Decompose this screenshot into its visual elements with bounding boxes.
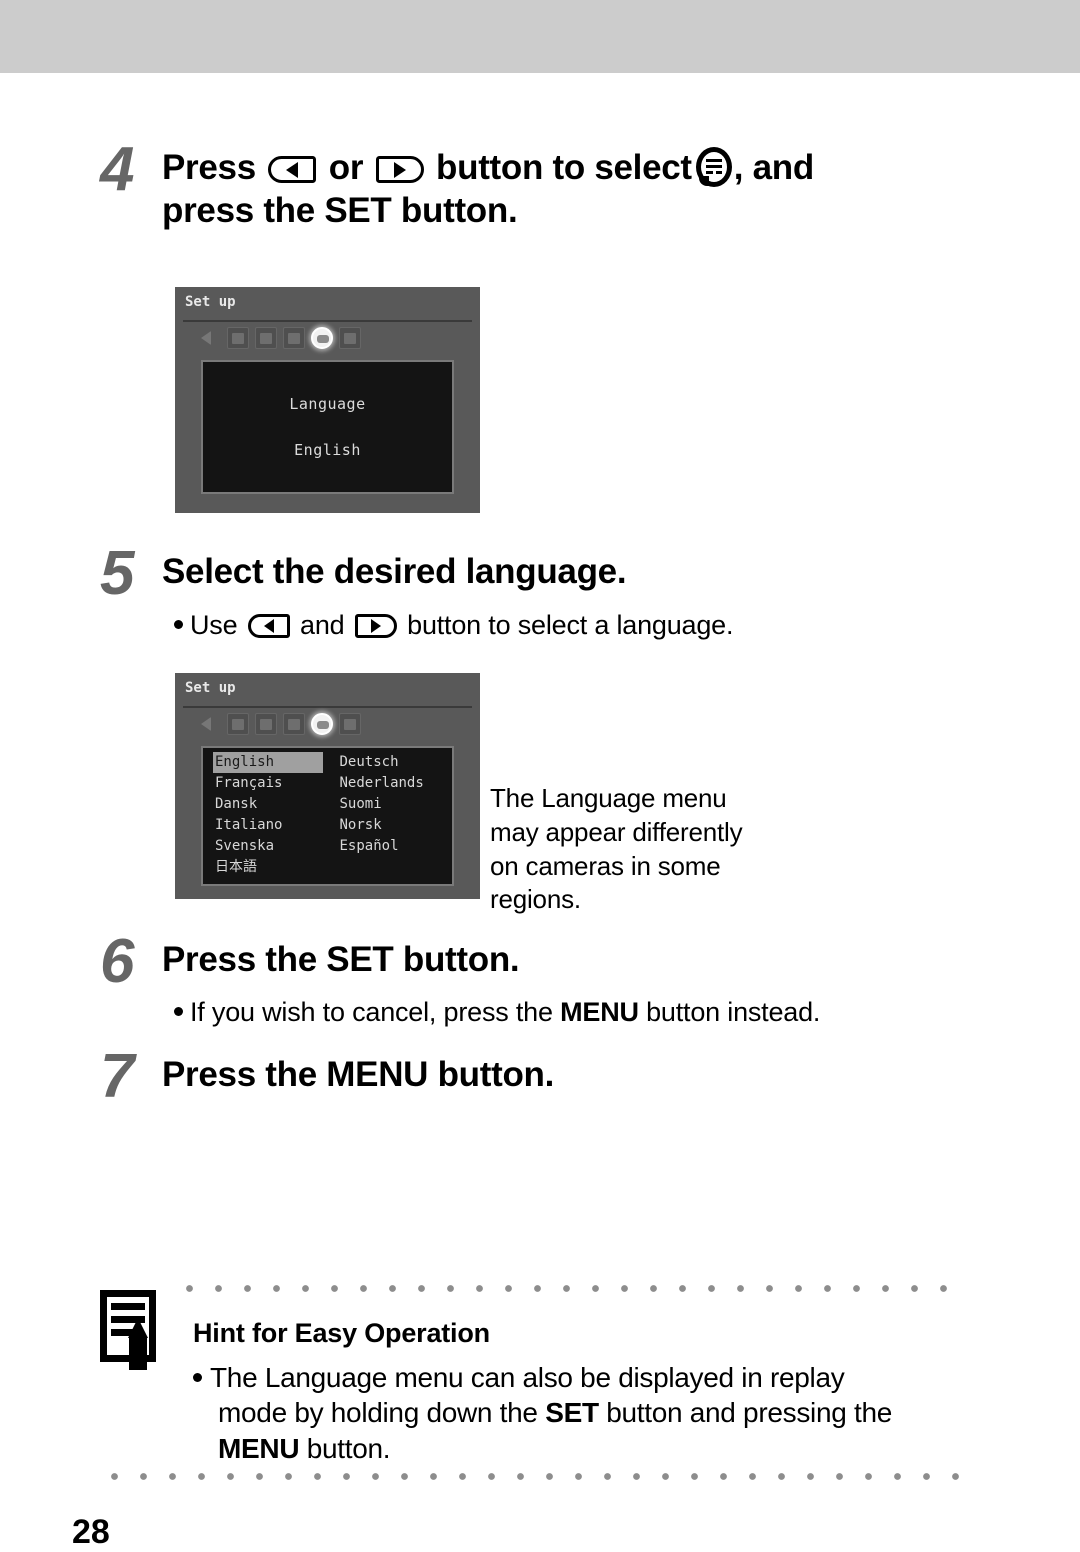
step-5-bullet-and: and	[300, 610, 345, 640]
hint-body-line-1: The Language menu can also be displayed …	[210, 1362, 845, 1393]
language-icon-selected	[311, 327, 333, 349]
step-5-bullet: Use and button to select a language.	[174, 608, 964, 643]
reset-icon	[339, 327, 361, 349]
lcd-one-panel-value: English	[294, 441, 361, 459]
left-arrow-button-icon	[247, 614, 290, 638]
right-arrow-button-icon	[375, 156, 424, 183]
language-option-svenska: Svenska	[215, 838, 275, 854]
step-6-bullet-bold: MENU	[560, 997, 639, 1027]
hint-body-set-bold: SET	[545, 1397, 599, 1429]
bullet-dot-icon	[174, 620, 183, 629]
hint-bottom-dotted-divider	[100, 1472, 960, 1481]
note-pencil-icon	[100, 1290, 162, 1370]
language-option-japanese: 日本語	[215, 859, 257, 875]
settings-icon	[227, 713, 249, 735]
step-4-heading-text-3: , and	[733, 148, 814, 187]
date-icon	[255, 327, 277, 349]
step-6-bullet-text-1: If you wish to cancel, press the	[190, 997, 561, 1027]
lcd-one-divider	[183, 320, 472, 322]
lcd-screenshot-language-list: Set up English Français Dansk Italiano S…	[175, 673, 480, 899]
step-7-number: 7	[100, 1042, 134, 1111]
lcd-two-title: Set up	[185, 680, 236, 696]
lcd-screenshot-setup-language: Set up Language English	[175, 287, 480, 513]
language-option-deutsch: Deutsch	[339, 754, 399, 770]
lcd-one-icon-row	[199, 327, 361, 349]
step-6-bullet-text-2: button instead.	[638, 997, 821, 1027]
side-note-line-3: on cameras in some	[490, 850, 721, 881]
hint-body-line-2-pre: mode by holding down the	[218, 1397, 546, 1429]
language-option-dansk: Dansk	[215, 796, 258, 812]
hint-body-line-3-post: button.	[299, 1432, 391, 1464]
step-5: 5 Select the desired language.	[100, 539, 960, 608]
language-option-nederlands: Nederlands	[339, 775, 424, 791]
top-gray-band	[0, 0, 1080, 73]
format-icon	[283, 327, 305, 349]
speaker-icon	[199, 327, 221, 349]
step-6-bullet: If you wish to cancel, press the MENU bu…	[174, 995, 974, 1030]
bullet-dot-icon	[193, 1373, 202, 1382]
step-4-number: 4	[100, 135, 134, 204]
step-4-heading: Press or button to select , and press the…	[162, 141, 814, 232]
reset-icon	[339, 713, 361, 735]
lcd-one-panel: Language English	[201, 360, 454, 494]
lcd-one-panel-label: Language	[289, 395, 366, 413]
step-4-heading-line2: press the SET button.	[162, 190, 518, 230]
side-note-line-1: The Language menu	[490, 783, 727, 813]
format-icon	[283, 713, 305, 735]
bullet-dot-icon	[174, 1007, 183, 1016]
language-option-francais: Français	[215, 775, 283, 791]
lcd-two-divider	[183, 706, 472, 708]
step-5-heading: Select the desired language.	[162, 552, 627, 591]
language-option-norsk: Norsk	[339, 817, 382, 833]
language-option-suomi: Suomi	[339, 796, 382, 812]
settings-icon	[227, 327, 249, 349]
step-4: 4 Press or button to select , and press t…	[100, 135, 960, 232]
side-note-line-2: may appear differently	[490, 816, 743, 847]
language-option-espanol: Español	[339, 838, 399, 854]
language-menu-side-note: The Language menu may appear differently…	[490, 782, 790, 917]
language-column-right: Deutsch Nederlands Suomi Norsk Español	[328, 752, 453, 884]
step-5-number: 5	[100, 539, 134, 608]
hint-body-line-2-post: button and pressing the	[598, 1397, 892, 1429]
right-arrow-button-icon	[354, 614, 397, 638]
left-arrow-button-icon	[268, 156, 317, 183]
language-icon-selected	[311, 713, 333, 735]
speaker-icon	[199, 713, 221, 735]
step-4-heading-or: or	[328, 148, 364, 187]
side-note-line-4: regions.	[490, 884, 581, 915]
date-icon	[255, 713, 277, 735]
step-5-bullet-text-2: button to select a language.	[407, 610, 734, 640]
lcd-two-icon-row	[199, 713, 361, 735]
step-5-bullet-text-1: Use	[190, 610, 238, 640]
hint-body-menu-bold: MENU	[218, 1432, 300, 1464]
step-7: 7 Press the MENU button.	[100, 1042, 960, 1111]
step-7-heading: Press the MENU button.	[162, 1055, 555, 1094]
page-number: 28	[72, 1513, 110, 1551]
step-6-number: 6	[100, 927, 134, 996]
step-6: 6 Press the SET button.	[100, 927, 960, 996]
language-menu-icon	[695, 147, 732, 187]
manual-page: 4 Press or button to select , and press t…	[0, 73, 1080, 1551]
step-6-heading: Press the SET button.	[162, 940, 520, 979]
language-column-left: English Français Dansk Italiano Svenska …	[203, 752, 328, 884]
lcd-two-panel: English Français Dansk Italiano Svenska …	[201, 746, 454, 886]
step-4-heading-text-2: button to select	[436, 148, 692, 187]
hint-top-dotted-divider	[175, 1284, 960, 1293]
step-4-heading-text-1: Press	[162, 148, 256, 187]
hint-body: The Language menu can also be displayed …	[193, 1360, 958, 1466]
hint-title: Hint for Easy Operation	[193, 1318, 490, 1348]
lcd-one-title: Set up	[185, 294, 236, 310]
language-option-italiano: Italiano	[215, 817, 283, 833]
language-option-english: English	[213, 752, 323, 773]
